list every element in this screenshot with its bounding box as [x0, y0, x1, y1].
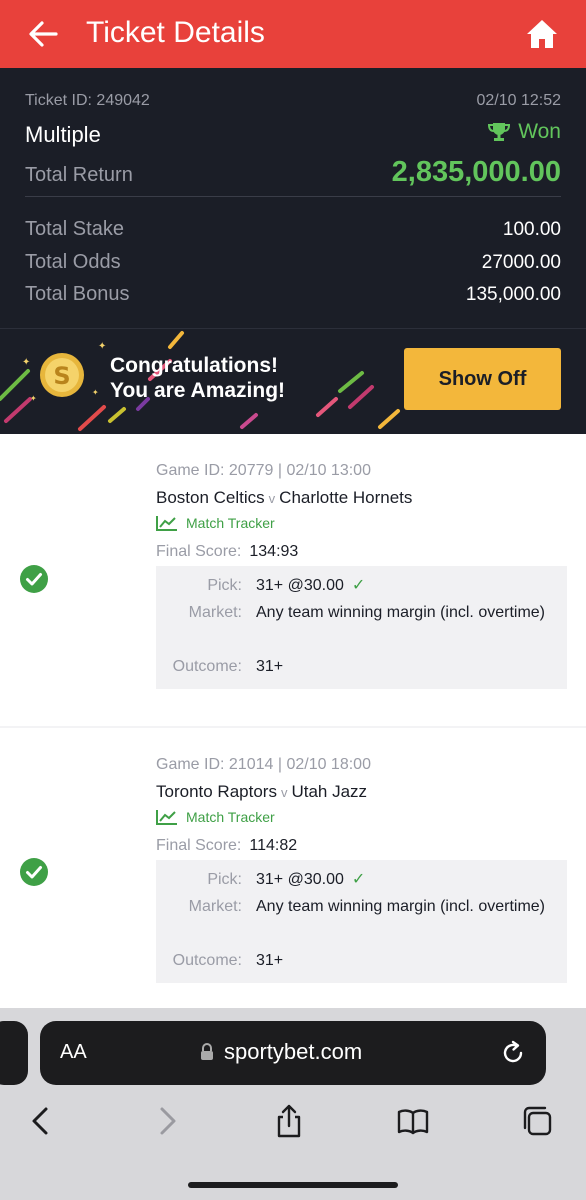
- reload-icon[interactable]: [500, 1040, 526, 1066]
- browser-toolbar: AA sportybet.com: [0, 1008, 586, 1200]
- check-circle-icon: [20, 565, 48, 593]
- arrow-left-icon[interactable]: [28, 20, 58, 48]
- ticket-datetime: 02/10 12:52: [476, 92, 561, 109]
- show-off-button[interactable]: Show Off: [404, 348, 561, 410]
- match-tracker-link[interactable]: Match Tracker: [156, 809, 275, 825]
- game-card: Game ID: 21014 | 02/10 18:00 Toronto Rap…: [0, 728, 586, 1008]
- bet-type: Multiple: [25, 122, 101, 147]
- check-icon: ✓: [351, 871, 366, 888]
- outcome-value: 31+: [256, 658, 284, 675]
- ticket-summary: Ticket ID: 249042 02/10 12:52 Multiple W…: [0, 68, 586, 328]
- market-value: Any team winning margin (incl. overtime): [256, 604, 545, 621]
- total-bonus-label: Total Bonus: [25, 283, 130, 305]
- pick-label: Pick:: [207, 871, 242, 888]
- outcome-value: 31+: [256, 952, 284, 969]
- reader-settings-button[interactable]: AA: [60, 1041, 87, 1064]
- total-stake-value: 100.00: [502, 219, 561, 240]
- url-display[interactable]: sportybet.com: [200, 1039, 362, 1065]
- coin-icon: S: [53, 362, 70, 390]
- status-badge: Won: [488, 120, 561, 144]
- teams: Toronto Raptors v Utah Jazz: [156, 782, 368, 801]
- check-icon: ✓: [351, 577, 366, 594]
- forward-icon[interactable]: [150, 1104, 184, 1138]
- svg-text:✦: ✦: [98, 341, 106, 352]
- divider: [25, 196, 561, 197]
- market-label: Market:: [188, 898, 242, 915]
- previous-tab-edge[interactable]: [0, 1021, 28, 1085]
- pick-label: Pick:: [207, 577, 242, 594]
- home-icon[interactable]: [526, 18, 558, 50]
- final-score: Final Score: 134:93: [156, 543, 299, 560]
- game-id: Game ID: 21014 | 02/10 18:00: [156, 756, 371, 773]
- lock-icon: [201, 1043, 213, 1060]
- address-bar[interactable]: AA sportybet.com: [40, 1021, 546, 1085]
- teams: Boston Celtics v Charlotte Hornets: [156, 488, 413, 507]
- total-stake-label: Total Stake: [25, 218, 124, 240]
- pick-value: 31+ @30.00 ✓: [256, 577, 366, 594]
- market-label: Market:: [188, 604, 242, 621]
- game-card: Game ID: 20779 | 02/10 13:00 Boston Celt…: [0, 434, 586, 726]
- back-icon[interactable]: [24, 1104, 58, 1138]
- chart-line-icon: [156, 516, 177, 531]
- outcome-label: Outcome:: [172, 952, 242, 969]
- pick-details: Pick: 31+ @30.00 ✓ Market: Any team winni…: [156, 566, 567, 689]
- home-indicator[interactable]: [188, 1182, 398, 1188]
- svg-text:✦: ✦: [22, 357, 30, 368]
- match-tracker-link[interactable]: Match Tracker: [156, 515, 275, 531]
- congrats-banner: ✦ ✦ ✦ ✦ S Congratulations! You are Amazi…: [0, 328, 586, 434]
- svg-text:✦: ✦: [30, 394, 37, 403]
- bookmarks-icon[interactable]: [396, 1104, 430, 1138]
- svg-text:✦: ✦: [92, 388, 99, 397]
- tabs-icon[interactable]: [520, 1104, 554, 1138]
- congrats-text: Congratulations! You are Amazing!: [110, 354, 286, 402]
- total-odds-value: 27000.00: [481, 252, 561, 273]
- total-return-value: 2,835,000.00: [391, 156, 561, 188]
- final-score: Final Score: 114:82: [156, 837, 298, 854]
- trophy-icon: [488, 123, 511, 141]
- chart-line-icon: [156, 810, 177, 825]
- market-value: Any team winning margin (incl. overtime): [256, 898, 545, 915]
- total-bonus-value: 135,000.00: [465, 284, 561, 305]
- total-return-label: Total Return: [25, 164, 133, 186]
- share-icon[interactable]: [272, 1104, 306, 1138]
- total-odds-label: Total Odds: [25, 251, 121, 273]
- page-title: Ticket Details: [86, 16, 265, 49]
- outcome-label: Outcome:: [172, 658, 242, 675]
- app-header: Ticket Details: [0, 0, 586, 68]
- ticket-id: Ticket ID: 249042: [25, 92, 150, 109]
- pick-details: Pick: 31+ @30.00 ✓ Market: Any team winni…: [156, 860, 567, 983]
- check-circle-icon: [20, 858, 48, 886]
- game-id: Game ID: 20779 | 02/10 13:00: [156, 462, 371, 479]
- pick-value: 31+ @30.00 ✓: [256, 871, 366, 888]
